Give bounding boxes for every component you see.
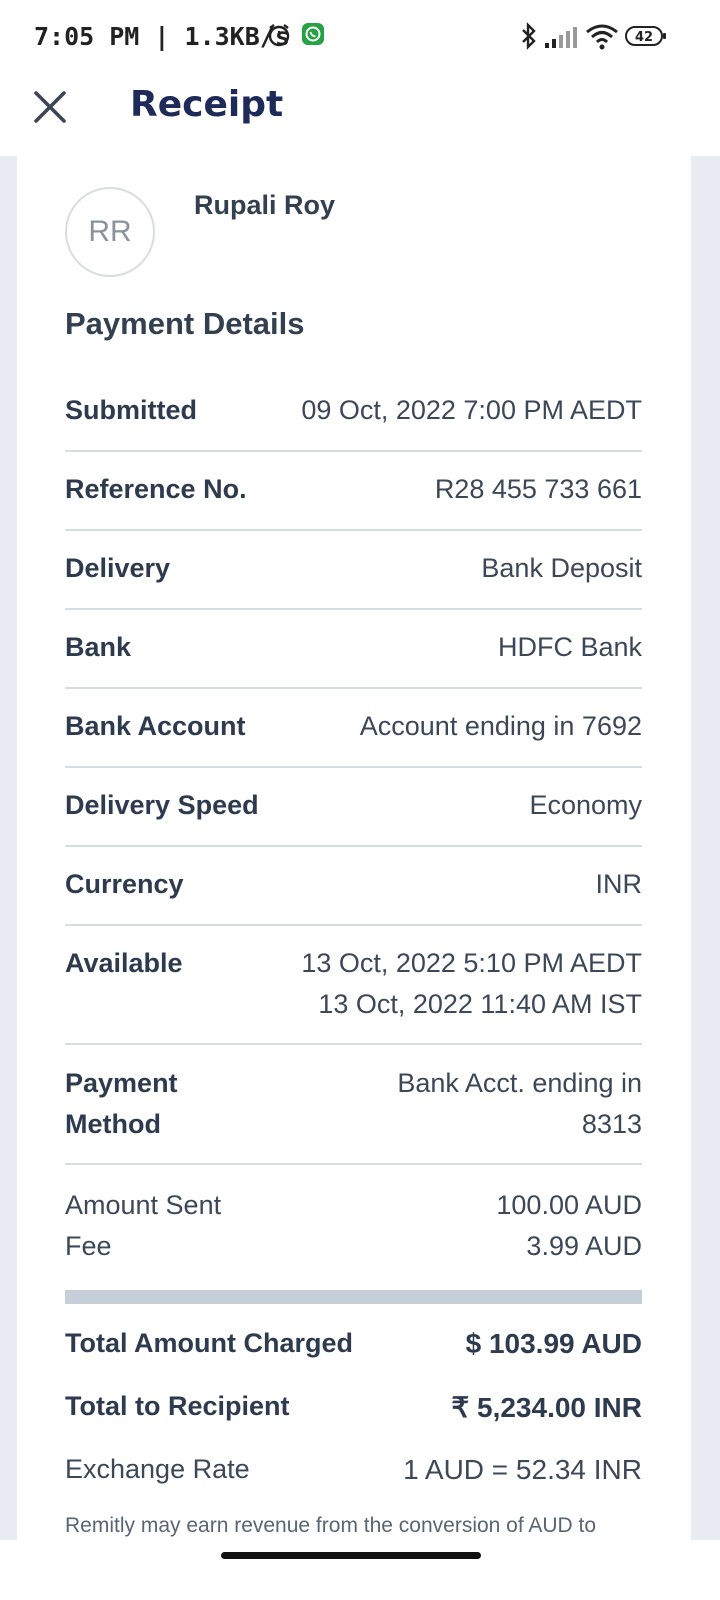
avatar: RR xyxy=(65,187,155,277)
page-title: Receipt xyxy=(130,84,284,125)
detail-value-line2: 13 Oct, 2022 11:40 AM IST xyxy=(318,989,642,1019)
detail-row-reference: Reference No. R28 455 733 661 xyxy=(65,469,642,531)
fee-value: 3.99 AUD xyxy=(526,1231,642,1261)
detail-row-currency: Currency INR xyxy=(65,864,642,926)
whatsapp-icon xyxy=(301,22,325,51)
detail-row-submitted: Submitted 09 Oct, 2022 7:00 PM AEDT xyxy=(65,390,642,452)
detail-value: HDFC Bank xyxy=(497,632,642,662)
detail-label-line2: Method xyxy=(65,1109,161,1139)
detail-value: R28 455 733 661 xyxy=(434,474,642,504)
status-time: 7:05 PM | 1.3KB/s xyxy=(34,22,290,51)
receipt-card: RR Rupali Roy Payment Details Submitted … xyxy=(17,156,691,1540)
close-icon xyxy=(34,91,66,123)
recipient-name: Rupali Roy xyxy=(194,190,336,220)
detail-value: 09 Oct, 2022 7:00 PM AEDT xyxy=(301,395,642,425)
total-recipient-row: Total to Recipient ₹ 5,234.00 INR xyxy=(65,1391,642,1431)
battery-level: 42 xyxy=(635,30,653,45)
detail-value-line1: 13 Oct, 2022 5:10 PM AEDT xyxy=(301,948,642,978)
detail-value-line1: Bank Acct. ending in xyxy=(397,1068,642,1098)
exchange-rate-label: Exchange Rate xyxy=(65,1454,250,1484)
detail-value: Account ending in 7692 xyxy=(359,711,642,741)
app-bar: Receipt xyxy=(0,72,720,156)
total-recipient-label: Total to Recipient xyxy=(65,1391,290,1421)
fee-row: Fee 3.99 AUD xyxy=(65,1226,642,1268)
detail-label: Reference No. xyxy=(65,474,247,504)
detail-value-line2: 8313 xyxy=(581,1109,642,1139)
total-charged-value: $ 103.99 AUD xyxy=(465,1328,642,1359)
detail-value: INR xyxy=(595,869,643,899)
exchange-rate-value: 1 AUD = 52.34 INR xyxy=(403,1454,642,1485)
detail-row-payment-method: Payment Method Bank Acct. ending in 8313 xyxy=(65,1063,642,1165)
section-title: Payment Details xyxy=(65,306,305,341)
fee-label: Fee xyxy=(65,1231,112,1261)
detail-row-bank-account: Bank Account Account ending in 7692 xyxy=(65,706,642,768)
status-bar: 7:05 PM | 1.3KB/s 42 xyxy=(0,0,720,72)
detail-row-available: Available 13 Oct, 2022 5:10 PM AEDT 13 O… xyxy=(65,943,642,1045)
detail-label: Bank xyxy=(65,632,132,662)
exchange-rate-row: Exchange Rate 1 AUD = 52.34 INR xyxy=(65,1454,642,1494)
detail-label: Delivery xyxy=(65,553,171,583)
battery-icon: 42 xyxy=(625,26,667,51)
signal-icon xyxy=(545,26,579,53)
alarm-icon xyxy=(266,22,292,53)
total-recipient-value: ₹ 5,234.00 INR xyxy=(451,1392,642,1423)
total-charged-label: Total Amount Charged xyxy=(65,1328,353,1358)
detail-label: Currency xyxy=(65,869,184,899)
bluetooth-icon xyxy=(520,22,538,55)
detail-row-delivery-speed: Delivery Speed Economy xyxy=(65,785,642,847)
detail-row-bank: Bank HDFC Bank xyxy=(65,627,642,689)
wifi-icon xyxy=(585,22,619,55)
detail-label-line1: Payment xyxy=(65,1068,178,1098)
detail-label: Delivery Speed xyxy=(65,790,259,820)
detail-label: Submitted xyxy=(65,395,197,425)
home-gesture-handle[interactable] xyxy=(221,1552,481,1559)
detail-value: Economy xyxy=(529,790,642,820)
amount-sent-label: Amount Sent xyxy=(65,1190,222,1220)
detail-label: Available xyxy=(65,948,183,978)
detail-value: Bank Deposit xyxy=(481,553,642,583)
section-divider xyxy=(65,1290,642,1304)
close-button[interactable] xyxy=(30,87,70,127)
detail-row-delivery: Delivery Bank Deposit xyxy=(65,548,642,610)
amount-sent-row: Amount Sent 100.00 AUD xyxy=(65,1185,642,1227)
amount-sent-value: 100.00 AUD xyxy=(496,1190,642,1220)
navigation-bar xyxy=(0,1540,720,1600)
detail-label: Bank Account xyxy=(65,711,246,741)
total-charged-row: Total Amount Charged $ 103.99 AUD xyxy=(65,1328,642,1368)
